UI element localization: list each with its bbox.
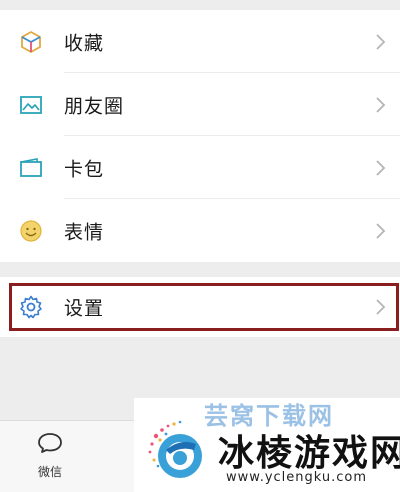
menu-item-settings[interactable]: 设置 [0,277,400,337]
menu-item-label: 卡包 [64,158,105,180]
menu-item-cards[interactable]: 卡包 [0,136,400,199]
card-wallet-icon [20,157,42,177]
watermark-title: 冰棱游戏网 [218,433,400,474]
chat-bubble-icon [38,433,62,453]
tab-label: 微信 [37,465,62,479]
sticker-smiley-icon [20,219,42,242]
favorites-cube-icon [21,30,41,53]
chevron-right-icon [376,96,386,113]
site-watermark: 芸窝下载网 冰棱游戏网 www.yclengku.com [134,398,400,492]
settings-group: 设置 [0,277,400,337]
chevron-right-icon [376,33,386,50]
watermark-url: www.yclengku.com [226,470,368,485]
chevron-right-icon [376,222,386,239]
chevron-right-icon [376,299,386,315]
gear-icon [20,295,42,319]
moments-image-icon [20,95,42,114]
menu-item-label: 表情 [64,221,105,243]
menu-item-label: 朋友圈 [64,95,125,117]
top-strip [0,0,400,10]
settings-label: 设置 [64,297,105,320]
menu-item-moments[interactable]: 朋友圈 [0,73,400,136]
menu-item-favorites[interactable]: 收藏 [0,10,400,73]
chevron-right-icon [376,159,386,176]
menu-item-stickers[interactable]: 表情 [0,199,400,262]
watermark-logo [148,420,202,478]
me-menu-group: 收藏 朋友圈 卡包 表情 [0,10,400,262]
tab-wechat[interactable]: 微信 [0,421,100,492]
menu-item-label: 收藏 [64,32,105,54]
